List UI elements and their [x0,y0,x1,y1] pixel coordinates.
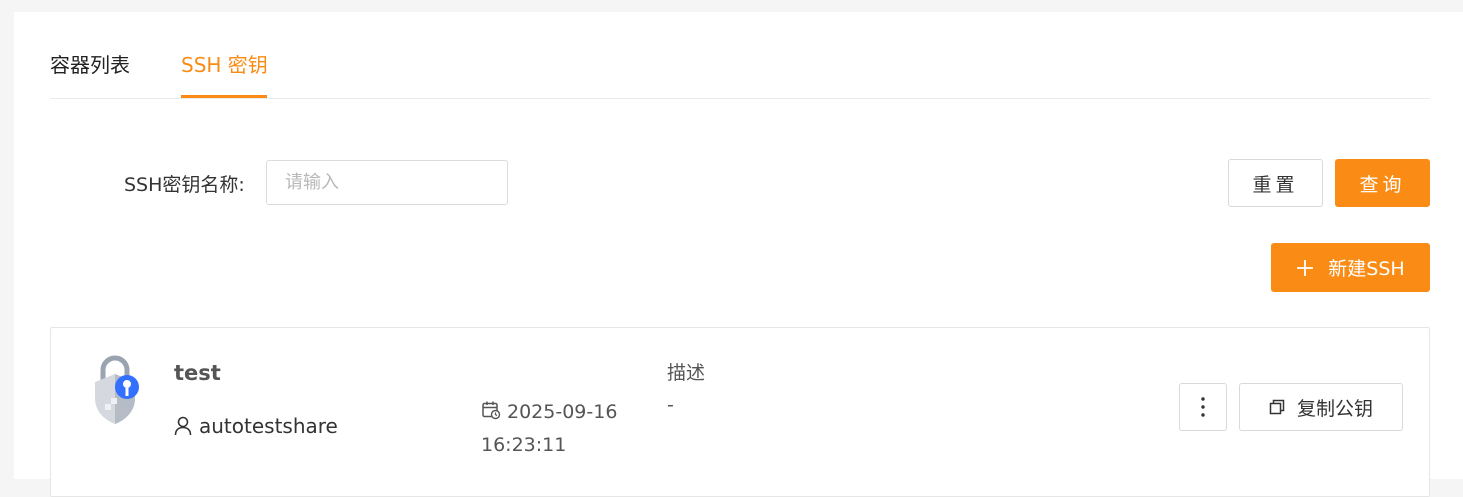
key-created-date: 2025-09-16 [507,401,618,423]
tab-container-list[interactable]: 容器列表 [50,52,130,78]
calendar-clock-icon [482,401,501,420]
query-button[interactable]: 查询 [1335,159,1430,207]
tab-bar: 容器列表 SSH 密钥 [50,12,1430,99]
description-value: - [667,394,674,416]
tab-ssh-keys[interactable]: SSH 密钥 [181,52,268,78]
key-owner-name: autotestshare [199,414,338,438]
new-ssh-button[interactable]: 新建SSH [1271,243,1430,292]
key-created-at: 2025-09-16 16:23:11 [481,396,641,462]
copy-icon [1269,399,1285,415]
description-label: 描述 [667,362,706,384]
ssh-key-panel: 容器列表 SSH 密钥 SSH密钥名称: 重置 查询 新建SSH test [14,12,1463,497]
ssh-key-card: test autotestshare 2025-09-16 16:23:11 描… [50,327,1430,497]
query-button-label: 查询 [1359,173,1406,196]
reset-button[interactable]: 重置 [1228,159,1323,207]
ssh-key-name-input[interactable] [266,160,508,205]
copy-public-key-button[interactable]: 复制公钥 [1239,383,1403,431]
shield-key-icon [95,355,139,424]
key-created-time: 16:23:11 [481,434,567,456]
new-ssh-button-label: 新建SSH [1328,258,1405,280]
more-vertical-icon [1201,397,1205,417]
user-icon [174,416,192,436]
plus-icon [1297,259,1314,276]
more-actions-button[interactable] [1179,383,1227,431]
reset-button-label: 重置 [1252,173,1299,196]
copy-public-key-label: 复制公钥 [1296,397,1373,420]
active-tab-indicator [181,95,267,98]
key-name: test [174,361,221,385]
key-owner: autotestshare [174,414,338,438]
ssh-key-name-label: SSH密钥名称: [124,174,245,196]
